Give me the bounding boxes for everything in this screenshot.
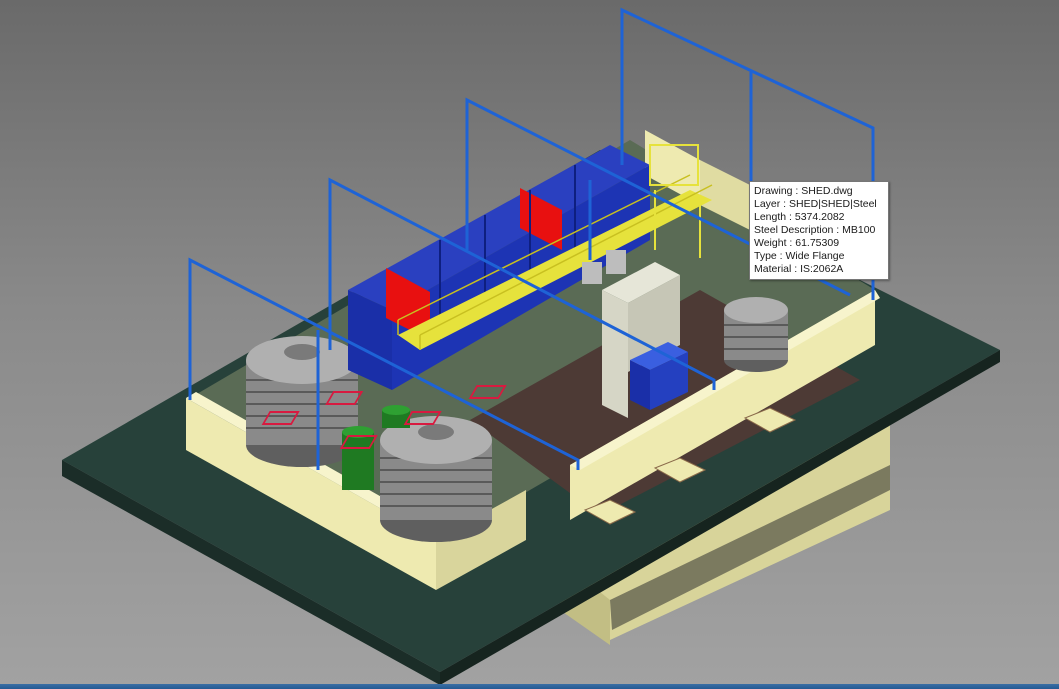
tooltip-length: Length : 5374.2082 [754, 211, 845, 223]
3d-model-viewport[interactable]: Drawing : SHED.dwg Layer : SHED|SHED|Ste… [0, 0, 1059, 689]
object-properties-tooltip: Drawing : SHED.dwg Layer : SHED|SHED|Ste… [749, 181, 889, 280]
tooltip-type: Type : Wide Flange [754, 250, 845, 262]
status-strip [0, 684, 1059, 689]
storage-tank-3 [724, 297, 788, 372]
tooltip-weight: Weight : 61.75309 [754, 237, 840, 249]
tooltip-drawing: Drawing : SHED.dwg [754, 185, 853, 197]
tooltip-steel-description: Steel Description : MB100 [754, 224, 876, 236]
storage-tank-2 [380, 416, 492, 542]
plant-3d-model[interactable] [0, 0, 1059, 689]
tooltip-material: Material : IS:2062A [754, 263, 844, 275]
tooltip-layer: Layer : SHED|SHED|Steel [754, 198, 877, 210]
